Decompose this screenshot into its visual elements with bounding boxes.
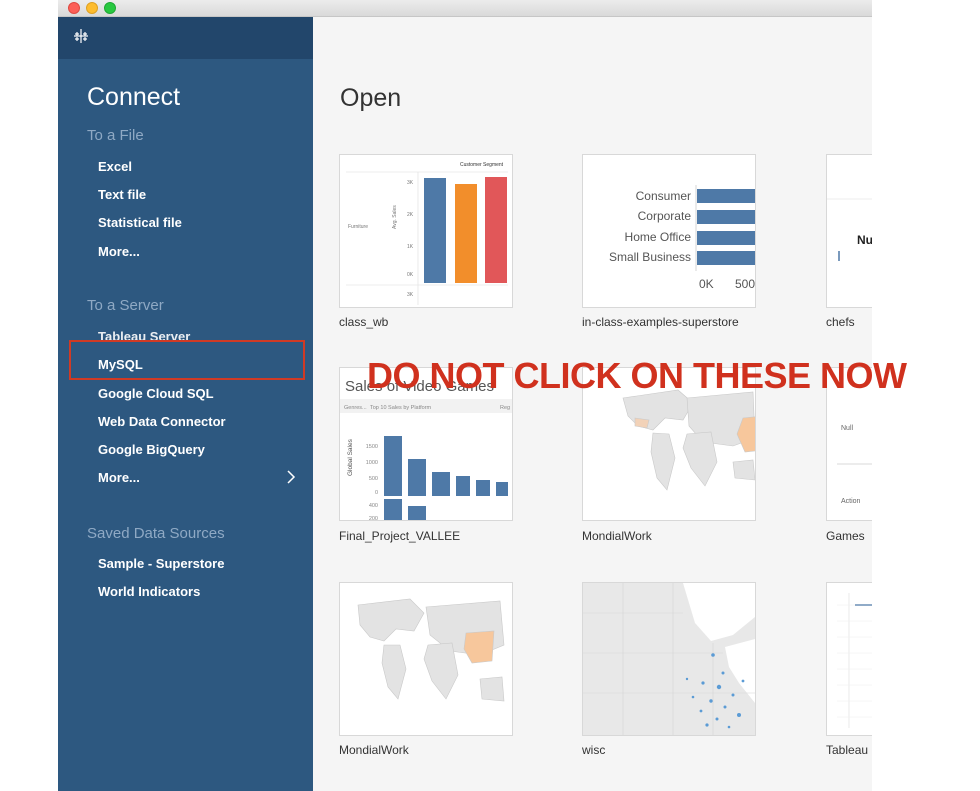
to-a-file-label: To a File [87,127,144,144]
preview-text: Nu [857,233,872,247]
window-titlebar [58,0,872,17]
preview-bar [485,177,507,283]
preview-tick: 500 [735,277,755,291]
sidebar-item-google-cloud-sql[interactable]: Google Cloud SQL [98,386,214,401]
preview-tick: 1000 [366,460,378,466]
horizontal-bar-preview: Consumer Corporate Home Office Small Bus… [609,185,755,291]
preview-tick: 500 [369,476,378,482]
preview-tick: 2K [407,212,414,218]
preview-axis-label: Global Sales [347,438,354,476]
dot-map-preview [583,583,755,735]
workbook-name[interactable]: in-class-examples-superstore [582,315,739,329]
preview-text: Null [841,425,854,432]
world-map-preview [340,583,512,735]
preview-bar [456,476,470,496]
workbook-name[interactable]: class_wb [339,315,388,329]
preview-tick: 1500 [366,444,378,450]
preview-bar [408,459,426,496]
line-chart-preview [837,593,872,728]
connect-heading: Connect [87,83,181,111]
sidebar-header [58,17,313,59]
bar-chart-preview: Customer Segment Furniture Avg. Sales 3K… [346,162,508,305]
preview-bar [697,231,755,245]
preview-row-label: Furniture [348,224,368,230]
mysql-highlight-box [69,340,305,380]
preview-bar [424,178,446,283]
preview-row-label: Consumer [636,189,691,203]
workbook-name[interactable]: MondialWork [582,529,652,543]
workbook-name[interactable]: wisc [582,743,605,757]
preview-bar [455,184,477,283]
connect-sidebar: Connect To a File Excel Text file Statis… [58,17,313,791]
preview-tick: 3K [407,180,414,186]
preview-tick: 200 [369,516,378,520]
preview-bar [408,506,426,520]
text-table-preview: Nu [827,198,872,261]
sidebar-item-server-more[interactable]: More... [98,470,140,485]
workbook-name[interactable]: chefs [826,315,855,329]
close-window-button[interactable] [68,2,80,14]
workbook-name[interactable]: Games [826,529,865,543]
preview-tick: 1K [407,244,414,250]
preview-text: Action [841,498,861,505]
preview-bar [476,480,490,496]
preview-header: Reg [500,405,510,411]
preview-header: Genres... [344,405,367,411]
workbook-thumbnail-tableau[interactable] [826,582,872,736]
preview-tick: 400 [369,503,378,509]
preview-row-label: Corporate [638,209,692,223]
preview-bar [496,482,508,496]
sidebar-item-world-indicators[interactable]: World Indicators [98,584,200,599]
workbook-name[interactable]: MondialWork [339,743,409,757]
preview-bar [432,472,450,496]
sidebar-item-web-data-connector[interactable]: Web Data Connector [98,414,226,429]
saved-data-sources-label: Saved Data Sources [87,525,225,542]
minimize-window-button[interactable] [86,2,98,14]
preview-row-label: Small Business [609,250,691,264]
zoom-window-button[interactable] [104,2,116,14]
sidebar-item-file-more[interactable]: More... [98,244,140,259]
to-a-server-label: To a Server [87,297,164,314]
workbook-thumbnail-in-class-examples[interactable]: Consumer Corporate Home Office Small Bus… [582,154,756,308]
preview-title: Customer Segment [460,162,504,168]
sidebar-item-statistical-file[interactable]: Statistical file [98,215,182,230]
chevron-right-icon[interactable] [286,469,296,485]
preview-axis-label: Avg. Sales [392,205,398,229]
preview-tick: 0 [375,490,378,496]
preview-bar [697,251,755,265]
workbook-name[interactable]: Final_Project_VALLEE [339,529,460,543]
tableau-logo-icon[interactable] [72,27,90,45]
sidebar-item-text-file[interactable]: Text file [98,187,146,202]
preview-row-label: Home Office [625,230,692,244]
sidebar-item-google-bigquery[interactable]: Google BigQuery [98,442,205,457]
preview-header: Top 10 Sales by Platform [370,405,432,411]
open-panel: Open Customer Segment Furniture Avg. Sal… [313,17,872,791]
workbook-thumbnail-class-wb[interactable]: Customer Segment Furniture Avg. Sales 3K… [339,154,513,308]
preview-bar [697,210,755,224]
preview-bar [697,189,755,203]
preview-tick: 3K [407,292,414,298]
preview-bar [384,499,402,520]
preview-tick: 0K [407,272,414,278]
workbook-name[interactable]: Tableau [826,743,868,757]
preview-tick: 0K [699,277,714,291]
open-heading: Open [340,84,402,112]
workbook-thumbnail-mondialwork-2[interactable] [339,582,513,736]
sidebar-item-excel[interactable]: Excel [98,159,132,174]
sidebar-item-sample-superstore[interactable]: Sample - Superstore [98,556,224,571]
preview-bar [384,436,402,496]
workbook-thumbnail-chefs[interactable]: Nu [826,154,872,308]
workbook-thumbnail-wisc[interactable] [582,582,756,736]
do-not-click-warning: DO NOT CLICK ON THESE NOW [367,355,907,396]
